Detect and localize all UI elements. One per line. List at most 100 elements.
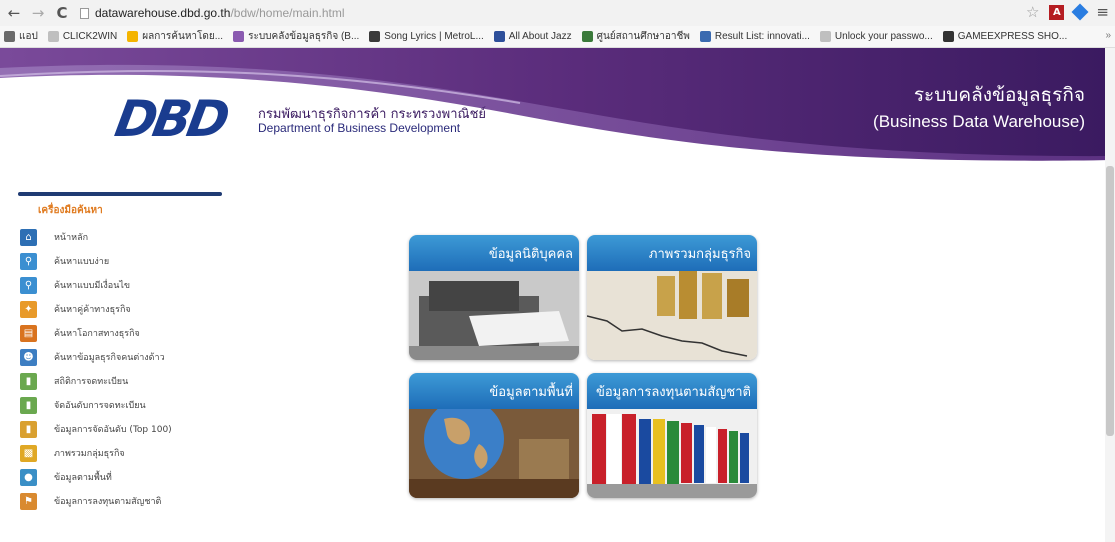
scrollbar-thumb[interactable] <box>1106 166 1114 436</box>
tile-label: ข้อมูลการลงทุนตามสัญชาติ <box>595 385 751 400</box>
sidebar-item[interactable]: ▮ จัดอันดับการจดทะเบียน <box>20 393 172 417</box>
bookmark-label: Unlock your passwo... <box>834 31 933 42</box>
vertical-scrollbar[interactable] <box>1105 48 1115 542</box>
bookmark-item[interactable]: CLICK2WIN <box>47 31 118 42</box>
search-icon: ⚲ <box>20 252 37 270</box>
bookmark-favicon-icon <box>233 31 245 42</box>
bookmark-favicon-icon <box>4 31 15 42</box>
sidebar-menu: ⌂ หน้าหลัก ⚲ ค้นหาแบบง่าย ⚲ ค้นหาแบบมีเงื่อนไ… <box>20 225 172 513</box>
sidebar-item-label: ค้นหาข้อมูลธุรกิจคนต่างด้าว <box>54 353 165 363</box>
tile-investment-nationality[interactable]: ข้อมูลการลงทุนตามสัญชาติ <box>587 373 757 498</box>
sidebar-item[interactable]: ⚲ ค้นหาแบบมีเงื่อนไข <box>20 273 172 297</box>
sidebar-item-label: ข้อมูลตามพื้นที่ <box>54 473 112 483</box>
sidebar-item-label: ค้นหาแบบง่าย <box>54 257 110 267</box>
search-advanced-icon: ⚲ <box>20 276 37 294</box>
sidebar-item-label: ข้อมูลการจัดอันดับ (Top 100) <box>54 425 172 435</box>
bookmark-label: GAMEEXPRESS SHO... <box>957 31 1068 42</box>
page-icon <box>80 7 89 19</box>
sidebar-item-label: ข้อมูลการลงทุนตามสัญชาติ <box>54 497 162 507</box>
tile-juristic[interactable]: ข้อมูลนิติบุคคล <box>409 235 579 360</box>
url-field[interactable]: datawarehouse.dbd.go.th/bdw/home/main.ht… <box>80 6 345 20</box>
bookmark-item[interactable]: Unlock your passwo... <box>819 31 933 42</box>
ranking-icon: ▮ <box>20 396 37 414</box>
bookmark-item[interactable]: ศูนย์สถานศึกษาอาชีพ <box>581 29 690 44</box>
extension-icon[interactable] <box>1071 3 1089 21</box>
bookmark-label: CLICK2WIN <box>62 31 118 42</box>
globe-icon: ● <box>20 468 37 486</box>
flags-image <box>587 409 757 498</box>
dbd-logo[interactable]: DBD <box>111 90 230 148</box>
bookmark-item[interactable]: Result List: innovati... <box>699 31 810 42</box>
bookmark-label: All About Jazz <box>508 31 572 42</box>
bookmark-label: ระบบคลังข้อมูลธุรกิจ (B... <box>248 31 360 42</box>
bookmarks-overflow-icon[interactable]: » <box>1105 30 1111 41</box>
sidebar-item-label: ค้นหาแบบมีเงื่อนไข <box>54 281 131 291</box>
bookmark-item[interactable]: ผลการค้นหาโดย... <box>127 29 223 44</box>
sidebar-item-label: จัดอันดับการจดทะเบียน <box>54 401 146 411</box>
chart-icon: ▮ <box>20 372 37 390</box>
site-title-en: (Business Data Warehouse) <box>873 112 1085 131</box>
sidebar-divider <box>18 192 222 196</box>
printer-image <box>409 271 579 360</box>
bookmark-item[interactable]: GAMEEXPRESS SHO... <box>942 31 1068 42</box>
address-bar: ← → C datawarehouse.dbd.go.th/bdw/home/m… <box>0 0 1115 26</box>
bookmark-item[interactable]: All About Jazz <box>493 31 572 42</box>
reload-icon[interactable]: C <box>52 3 72 23</box>
flag-icon: ⚑ <box>20 492 37 510</box>
sidebar-item[interactable]: ● ข้อมูลตามพื้นที่ <box>20 465 172 489</box>
sidebar-item[interactable]: ⚑ ข้อมูลการลงทุนตามสัญชาติ <box>20 489 172 513</box>
tile-by-area[interactable]: ข้อมูลตามพื้นที่ <box>409 373 579 498</box>
bookmarks-bar: แอป CLICK2WIN ผลการค้นหาโดย... ระบบคลังข้อม… <box>0 26 1115 48</box>
bookmark-label: แอป <box>19 31 38 42</box>
sidebar-item-label: หน้าหลัก <box>54 233 89 243</box>
bookmark-favicon-icon <box>942 31 954 42</box>
bookmark-favicon-icon <box>493 31 505 42</box>
tile-label: ข้อมูลตามพื้นที่ <box>489 385 573 400</box>
sidebar-title: เครื่องมือค้นหา <box>38 205 103 216</box>
bookmark-label: ศูนย์สถานศึกษาอาชีพ <box>596 31 690 42</box>
back-icon[interactable]: ← <box>4 3 24 23</box>
site-banner: DBD กรมพัฒนาธุรกิจการค้า กระทรวงพาณิชย์ … <box>0 48 1115 163</box>
sidebar-item[interactable]: ⚲ ค้นหาแบบง่าย <box>20 249 172 273</box>
sidebar-item-label: ภาพรวมกลุ่มธุรกิจ <box>54 449 125 459</box>
sidebar-item-label: ค้นหาคู่ค้าทางธุรกิจ <box>54 305 131 315</box>
bookmark-item[interactable]: ระบบคลังข้อมูลธุรกิจ (B... <box>233 29 359 44</box>
sidebar-item-label: สถิติการจดทะเบียน <box>54 377 129 387</box>
bookmark-favicon-icon <box>581 31 593 42</box>
bookmark-star-icon[interactable]: ☆ <box>1026 3 1039 21</box>
site-title-th: ระบบคลังข้อมูลธุรกิจ <box>913 84 1085 106</box>
sidebar-item[interactable]: ☻ ค้นหาข้อมูลธุรกิจคนต่างด้าว <box>20 345 172 369</box>
sidebar-item[interactable]: ▩ ภาพรวมกลุ่มธุรกิจ <box>20 441 172 465</box>
bookmark-favicon-icon <box>819 31 831 42</box>
browser-window: ← → C datawarehouse.dbd.go.th/bdw/home/m… <box>0 0 1115 542</box>
home-icon: ⌂ <box>20 228 37 246</box>
tile-business-overview[interactable]: ภาพรวมกลุ่มธุรกิจ <box>587 235 757 360</box>
bookmark-favicon-icon <box>369 31 381 42</box>
pdf-extension-icon[interactable]: A <box>1049 4 1065 20</box>
sidebar-item[interactable]: ▮ ข้อมูลการจัดอันดับ (Top 100) <box>20 417 172 441</box>
globe-image <box>409 409 579 498</box>
sidebar-item[interactable]: ▮ สถิติการจดทะเบียน <box>20 369 172 393</box>
forward-icon[interactable]: → <box>28 3 48 23</box>
bookmark-favicon-icon <box>127 31 139 42</box>
briefcase-icon: ▤ <box>20 324 37 342</box>
bookmark-item[interactable]: แอป <box>4 29 38 44</box>
sidebar-item[interactable]: ⌂ หน้าหลัก <box>20 225 172 249</box>
bookmark-label: ผลการค้นหาโดย... <box>142 31 224 42</box>
menu-icon[interactable]: ≡ <box>1096 3 1109 21</box>
tile-label: ภาพรวมกลุ่มธุรกิจ <box>648 247 751 262</box>
bookmark-item[interactable]: Song Lyrics | MetroL... <box>369 31 484 42</box>
bookmark-favicon-icon <box>699 31 711 42</box>
bookmark-label: Song Lyrics | MetroL... <box>384 31 484 42</box>
partner-icon: ✦ <box>20 300 37 318</box>
tile-label: ข้อมูลนิติบุคคล <box>488 247 573 262</box>
url-path: /bdw/home/main.html <box>230 6 345 20</box>
overview-icon: ▩ <box>20 444 37 462</box>
sidebar-item[interactable]: ✦ ค้นหาคู่ค้าทางธุรกิจ <box>20 297 172 321</box>
top100-icon: ▮ <box>20 420 37 438</box>
sidebar-item-label: ค้นหาโอกาสทางธุรกิจ <box>54 329 140 339</box>
org-name-en: Department of Business Development <box>258 121 461 135</box>
bookmark-label: Result List: innovati... <box>714 31 810 42</box>
sidebar-item[interactable]: ▤ ค้นหาโอกาสทางธุรกิจ <box>20 321 172 345</box>
bookmark-favicon-icon <box>47 31 59 42</box>
